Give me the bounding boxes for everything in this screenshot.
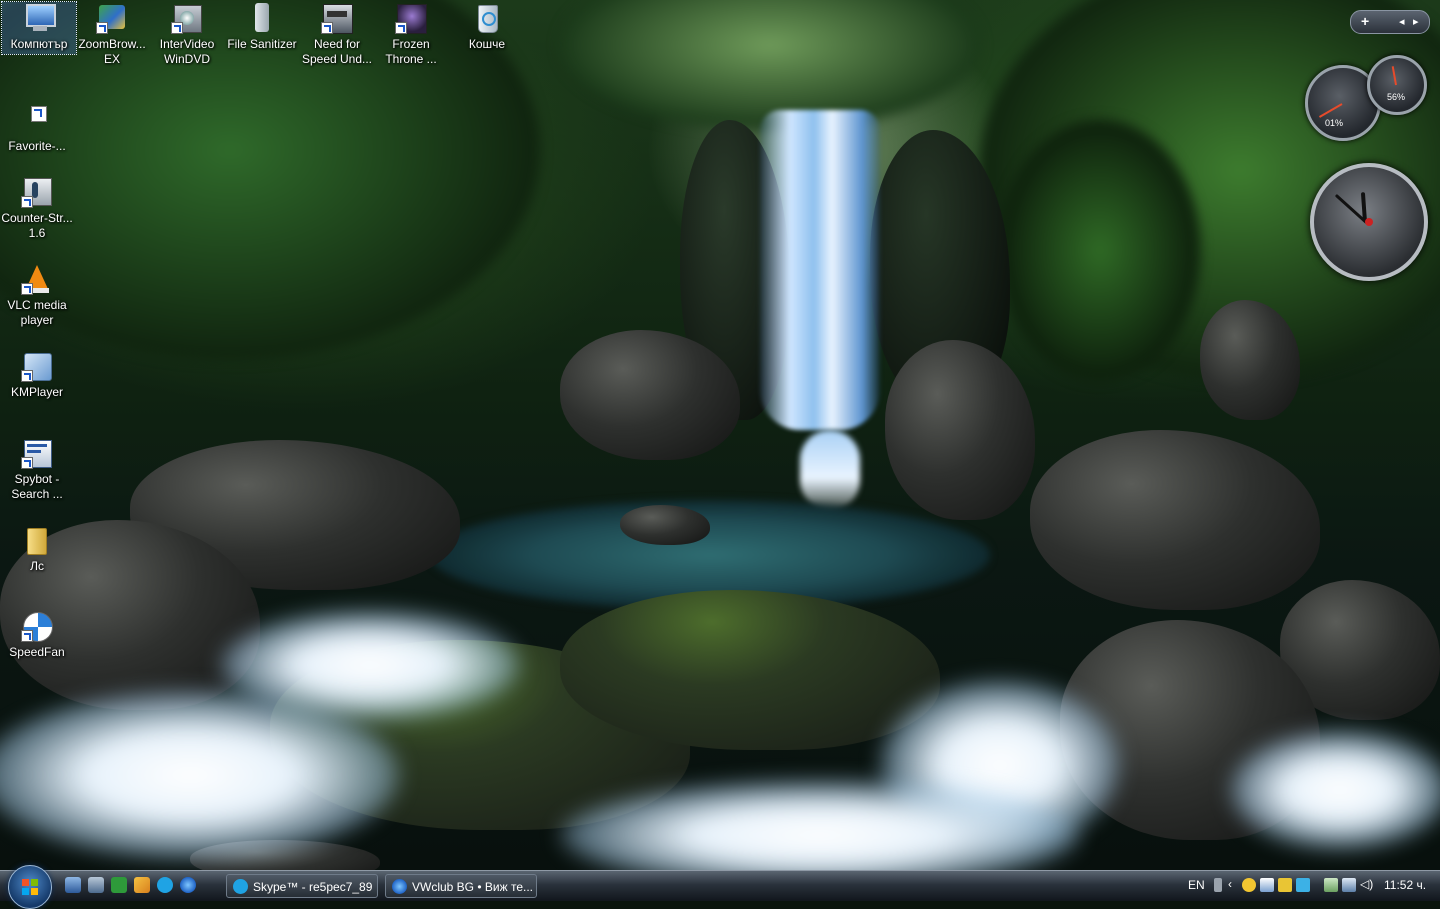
desktop-icon-label: VLC media player xyxy=(7,298,67,327)
favorites-shortcut-icon xyxy=(21,104,53,136)
start-button[interactable] xyxy=(8,865,52,909)
language-options-icon[interactable] xyxy=(1214,878,1222,892)
system-tray: EN ‹ ◁) 11:52 ч. xyxy=(1180,871,1440,901)
utorrent-icon[interactable] xyxy=(111,877,127,893)
bluetooth-icon[interactable] xyxy=(1296,878,1310,892)
taskbar-button-vwclub[interactable]: VWclub BG • Виж те... xyxy=(385,874,537,898)
show-desktop-icon[interactable] xyxy=(65,877,81,893)
skype-icon xyxy=(233,879,248,894)
ram-needle xyxy=(1391,66,1397,86)
file-sanitizer-icon xyxy=(246,2,278,34)
desktop-icon-speedfan[interactable]: SpeedFan xyxy=(0,610,74,660)
sidebar-controls: + ◂ ▸ xyxy=(1350,10,1430,34)
clock-time[interactable]: 11:52 ч. xyxy=(1384,878,1426,892)
desktop-icon-file-sanitizer[interactable]: File Sanitizer xyxy=(225,2,299,52)
desktop-icon-counter-strike[interactable]: Counter-Str... 1.6 xyxy=(0,176,74,241)
windows-logo-icon xyxy=(22,879,38,895)
desktop-icon-need-for-speed[interactable]: Need for Speed Und... xyxy=(300,2,374,67)
security-shield-icon[interactable] xyxy=(1278,878,1292,892)
desktop-icon-computer[interactable]: Компютър xyxy=(1,1,77,55)
desktop-icon-label: Counter-Str... 1.6 xyxy=(1,211,73,240)
spybot-icon xyxy=(21,437,53,469)
desktop-icon-label: Компютър xyxy=(10,37,68,51)
desktop-icon-label: KMPlayer xyxy=(10,385,63,399)
winamp-icon[interactable] xyxy=(134,877,150,893)
desktop-icon-label: File Sanitizer xyxy=(227,37,297,51)
sidebar-next-button[interactable]: ▸ xyxy=(1413,15,1419,28)
desktop-icon-favorites[interactable]: Favorite-... xyxy=(0,104,74,154)
language-indicator[interactable]: EN xyxy=(1188,878,1205,892)
cpu-needle xyxy=(1318,103,1343,118)
internet-explorer-icon[interactable] xyxy=(180,877,196,893)
switch-windows-icon[interactable] xyxy=(88,877,104,893)
desktop-icon-label: Need for Speed Und... xyxy=(301,37,373,66)
sidebar-prev-button[interactable]: ◂ xyxy=(1399,15,1405,28)
kmplayer-icon xyxy=(21,350,53,382)
desktop-icon-recycle-bin[interactable]: Кошче xyxy=(450,2,524,52)
desktop-icon-label: Кошче xyxy=(468,37,506,51)
desktop-icon-intervideo-windvd[interactable]: InterVideo WinDVD xyxy=(150,2,224,67)
desktop-icon-spybot[interactable]: Spybot - Search ... xyxy=(0,437,74,502)
add-gadget-button[interactable]: + xyxy=(1361,13,1369,29)
battery-icon[interactable] xyxy=(1324,878,1338,892)
ram-percent: 56% xyxy=(1387,92,1406,102)
desktop-icon-frozen-throne[interactable]: Frozen Throne ... xyxy=(374,2,448,67)
need-for-speed-icon xyxy=(321,2,353,34)
desktop-icon-folder-lic[interactable]: Лс xyxy=(0,524,74,574)
tray-expand-icon[interactable]: ‹ xyxy=(1228,877,1232,891)
volume-icon[interactable]: ◁) xyxy=(1360,877,1373,891)
taskbar-button-label: Skype™ - re5pec7_89 xyxy=(253,880,373,894)
skype-icon[interactable] xyxy=(157,877,173,893)
clock-gadget[interactable] xyxy=(1310,163,1428,281)
network-app-icon[interactable] xyxy=(1260,878,1274,892)
recycle-bin-icon xyxy=(471,2,503,34)
cpu-percent: 01% xyxy=(1325,118,1344,128)
frozen-throne-icon xyxy=(395,2,427,34)
zoombrowser-icon xyxy=(96,2,128,34)
ram-dial: 56% xyxy=(1367,55,1427,115)
desktop-icon-label: Favorite-... xyxy=(8,139,66,153)
taskbar: Skype™ - re5pec7_89 VWclub BG • Виж те..… xyxy=(0,865,1440,909)
vlc-cone-icon xyxy=(21,263,53,295)
network-icon[interactable] xyxy=(1342,878,1356,892)
counter-strike-icon xyxy=(21,176,53,208)
taskbar-button-skype[interactable]: Skype™ - re5pec7_89 xyxy=(226,874,378,898)
cpu-meter-gadget[interactable]: 01% 56% xyxy=(1305,55,1427,145)
desktop-icon-zoombrowser[interactable]: ZoomBrow... EX xyxy=(75,2,149,67)
desktop-icon-label: SpeedFan xyxy=(9,645,65,659)
internet-explorer-icon xyxy=(392,879,407,894)
clock-center xyxy=(1365,218,1373,226)
windvd-icon xyxy=(171,2,203,34)
desktop-icon-label: Frozen Throne ... xyxy=(385,37,437,66)
desktop-wallpaper xyxy=(0,0,1440,870)
desktop-icon-kmplayer[interactable]: KMPlayer xyxy=(0,350,74,400)
computer-icon xyxy=(23,2,56,34)
desktop-icon-label: ZoomBrow... EX xyxy=(78,37,146,66)
desktop-icon-vlc[interactable]: VLC media player xyxy=(0,263,74,328)
desktop-icon-label: Spybot - Search ... xyxy=(11,472,63,501)
messenger-icon[interactable] xyxy=(1242,878,1256,892)
taskbar-button-label: VWclub BG • Виж те... xyxy=(412,880,533,894)
speedfan-icon xyxy=(21,610,53,642)
folder-icon xyxy=(21,524,53,556)
desktop-icon-label: InterVideo WinDVD xyxy=(159,37,215,66)
desktop-icon-label: Лс xyxy=(30,559,44,573)
